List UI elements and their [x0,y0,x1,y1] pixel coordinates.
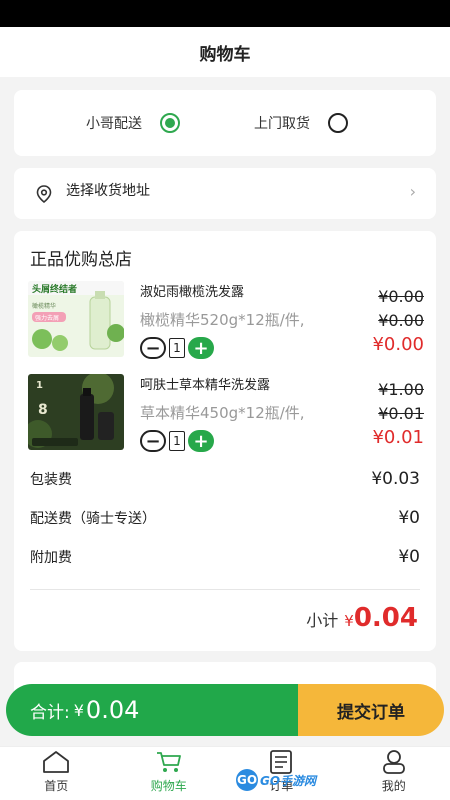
checkout-bar: 合计: ¥ 0.04 提交订单 [6,684,444,736]
increase-quantity-button[interactable]: + [188,430,214,452]
original-price: ¥0.00 [378,287,424,306]
watermark-logo: GO GO手游网 [236,768,324,792]
cart-item: 1 8 呵肤士草本精华洗发露 草本精华450g*12瓶/件, − 1 + ¥1.… [28,374,424,454]
subtotal: 小计 ¥ 0.04 [306,603,418,633]
radio-unselected-icon[interactable] [328,113,348,133]
increase-quantity-button[interactable]: + [188,337,214,359]
member-price: ¥0.01 [378,404,424,423]
quantity-stepper: − 1 + [140,430,214,452]
store-name: 正品优购总店 [30,250,132,270]
final-price: ¥0.01 [372,427,424,448]
total-currency: ¥ [73,700,84,720]
fee-value: ¥0 [398,508,420,528]
final-price: ¥0.00 [372,334,424,355]
svg-text:头屑终结者: 头屑终结者 [32,283,77,295]
location-pin-icon [36,185,52,204]
fee-row-packaging: 包装费 ¥0.03 [30,469,420,491]
profile-icon [382,750,405,774]
product-spec: 草本精华450g*12瓶/件, [140,404,305,422]
tab-label: 我的 [381,779,406,793]
tab-cart[interactable]: 购物车 [113,747,226,800]
svg-text:橄榄精华: 橄榄精华 [32,302,56,310]
address-label: 选择收货地址 [66,183,150,199]
product-name[interactable]: 呵肤士草本精华洗发露 [140,374,270,393]
price-column: ¥1.00 ¥0.01 ¥0.01 [372,378,424,450]
chevron-right-icon: › [409,182,416,201]
price-column: ¥0.00 ¥0.00 ¥0.00 [372,285,424,357]
address-selector[interactable]: 选择收货地址 › [14,168,436,219]
total-label: 合计: [30,702,70,723]
page-title: 购物车 [199,44,251,65]
original-price: ¥1.00 [378,380,424,399]
watermark-text: GO手游网 [260,773,317,788]
radio-selected-icon[interactable] [160,113,180,133]
quantity-value[interactable]: 1 [169,338,185,358]
subtotal-label: 小计 [306,611,339,630]
subtotal-amount: 0.04 [353,603,418,633]
svg-text:8: 8 [38,402,48,418]
fee-value: ¥0 [398,547,420,567]
bottom-tab-bar: 首页 购物车 订单 我的 [0,746,450,800]
svg-text:1: 1 [36,380,43,391]
delivery-option-courier[interactable]: 小哥配送 [86,113,180,133]
product-image[interactable]: 头屑终结者 橄榄精华 强力去屑 [28,281,124,357]
fee-row-delivery: 配送费（骑士专送） ¥0 [30,508,420,530]
cart-item: 头屑终结者 橄榄精华 强力去屑 淑妃雨橄榄洗发露 橄榄精华520g*12瓶/件,… [28,281,424,361]
delivery-options-card: 小哥配送 上门取货 [14,90,436,156]
delivery-option-label: 小哥配送 [86,116,142,132]
store-card: 正品优购总店 头屑终结者 橄榄精华 强力去屑 淑妃雨橄榄洗发露 橄榄精华520g… [14,231,436,651]
tab-label: 购物车 [150,779,187,793]
delivery-option-pickup[interactable]: 上门取货 [254,113,348,133]
home-icon [43,751,70,773]
quantity-value[interactable]: 1 [169,431,185,451]
submit-order-button[interactable]: 提交订单 [298,684,444,736]
fee-label: 包装费 [30,472,72,488]
tab-home[interactable]: 首页 [0,747,113,800]
subtotal-currency: ¥ [344,612,354,630]
product-spec: 橄榄精华520g*12瓶/件, [140,311,305,329]
svg-text:强力去屑: 强力去屑 [35,314,59,322]
total-section: 合计: ¥ 0.04 [6,684,298,736]
member-price: ¥0.00 [378,311,424,330]
delivery-option-label: 上门取货 [254,116,310,132]
fee-label: 配送费（骑士专送） [30,511,156,527]
quantity-stepper: − 1 + [140,337,214,359]
total-amount: 0.04 [85,696,140,724]
cart-icon [156,752,181,772]
product-name[interactable]: 淑妃雨橄榄洗发露 [140,281,244,300]
tab-label: 首页 [44,779,69,793]
fee-value: ¥0.03 [371,469,420,489]
top-nav: 购物车 [0,27,450,77]
fee-label: 附加费 [30,550,72,566]
tab-profile[interactable]: 我的 [338,747,450,800]
status-bar [0,0,450,27]
decrease-quantity-button[interactable]: − [140,430,166,452]
decrease-quantity-button[interactable]: − [140,337,166,359]
watermark-icon: GO [236,769,258,791]
divider [30,589,420,590]
fee-row-extra: 附加费 ¥0 [30,547,420,569]
product-image[interactable]: 1 8 [28,374,124,450]
